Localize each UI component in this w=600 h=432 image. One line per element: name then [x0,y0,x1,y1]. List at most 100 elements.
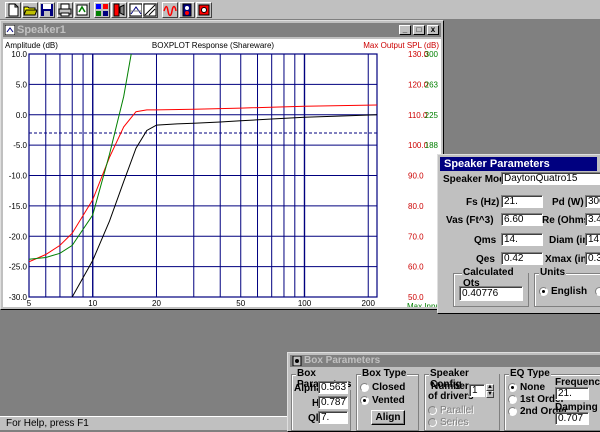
diam-field[interactable]: 14.6 [585,233,600,246]
y2-tick-label: 60.0 [408,263,424,272]
ql-field[interactable]: 7. [318,411,348,424]
damping-field[interactable]: 0.707 [555,412,589,425]
y-tick-label: -10.0 [9,172,28,181]
ql-label: Ql [308,413,319,424]
window-icon [5,25,15,35]
series-radio[interactable] [428,418,437,427]
fs-field[interactable]: 21. [501,195,543,208]
x-tick-label: 5 [27,299,32,307]
number-of-drivers-field[interactable]: 1 [469,384,485,397]
close-button[interactable]: x [427,25,439,35]
vented-label: Vented [372,395,405,406]
closed-radio[interactable] [360,383,369,392]
print-setup-button[interactable] [74,2,90,18]
graph-window-title: Speaker1 [17,24,66,36]
parallel-radio[interactable] [428,406,437,415]
qms-field[interactable]: 14. [501,233,543,246]
qms-label: Qms [474,235,497,246]
toolbar [0,0,600,20]
waveform-icon [163,5,177,17]
y2-axis-label: Max Output SPL (dB) [363,41,439,50]
graph-icon [143,3,157,17]
x-tick-label: 20 [152,299,161,307]
x-tick-label: 50 [236,299,245,307]
status-bar: For Help, press F1 [0,416,287,430]
y-tick-label: -5.0 [13,141,27,150]
h-field[interactable]: 0.787 [318,396,348,409]
speaker-parameters-titlebar[interactable]: Speaker Parameters [440,157,597,171]
open-folder-icon [23,6,37,16]
box-params-group: Box Parameters Alpha 0.563 H 0.787 Ql 7. [291,368,353,431]
units-group: Units English Me [534,267,600,307]
print-button[interactable] [57,2,73,18]
y-axis-label: Amplitude (dB) [5,41,58,50]
drivers-spin-up[interactable]: ▲ [486,384,494,391]
measure-icon [129,3,143,17]
speaker-chart-icon [96,4,108,16]
box-parameters-titlebar[interactable]: Box Parameters [290,355,600,367]
alpha-field[interactable]: 0.563 [318,381,348,394]
series-label: Series [440,417,469,428]
print-setup-icon [76,4,88,16]
xmax-field[interactable]: 0.39 [585,252,600,265]
re-field[interactable]: 3.45 [585,213,600,226]
eq-none-radio[interactable] [508,383,517,392]
waveform-button[interactable] [162,2,178,18]
box-button[interactable] [179,2,195,18]
frequency-field[interactable]: 21. [555,387,589,400]
minimize-button[interactable]: _ [399,25,411,35]
y-tick-label: 0.0 [16,111,28,120]
y-tick-label: -20.0 [9,232,28,241]
x-tick-label: 200 [362,299,376,307]
y2-tick-label: 80.0 [408,202,424,211]
box-parameters-title: Box Parameters [304,355,381,366]
units-metric-radio[interactable] [595,287,600,296]
vas-field[interactable]: 6.60 [501,213,543,226]
y3-tick-label: 263 [425,80,439,89]
speaker-chart-button[interactable] [94,2,110,18]
plot-area: 10.0 5.0 0.0 -5.0 -10.0 -15.0 -20.0 -25.0 -30.0 1… [3,39,441,307]
open-button[interactable] [22,2,38,18]
y3-tick-label: 188 [425,141,439,150]
new-file-button[interactable] [5,2,21,18]
eq-none-label: None [520,382,545,393]
y-tick-label: -25.0 [9,263,28,272]
closed-label: Closed [372,382,406,393]
eq-second-order-radio[interactable] [508,407,517,416]
y3-tick-label: 225 [425,111,439,120]
eq-type-group-label: EQ Type [509,368,551,379]
speaker-model-field[interactable]: DaytonQuatro15 [501,172,600,185]
pd-field[interactable]: 300 [585,195,600,208]
print-icon [58,3,72,17]
fs-label: Fs (Hz) [466,197,500,208]
graph-titlebar[interactable]: Speaker1 _ □ x [3,23,441,37]
y2-tick-label: 70.0 [408,232,424,241]
red-speaker-button[interactable] [111,2,127,18]
vented-radio[interactable] [360,396,369,405]
hole-punch-icon [198,4,210,16]
y2-tick-label: 90.0 [408,172,424,181]
eq-first-order-radio[interactable] [508,395,517,404]
y-tick-label: 10.0 [11,50,27,59]
box-type-group-label: Box Type [361,368,408,379]
units-english-radio[interactable] [539,287,548,296]
red-speaker-icon [113,3,125,17]
box-type-group: Box Type Closed Vented Align [356,368,419,431]
drivers-spin-down[interactable]: ▼ [486,391,494,398]
maximize-button[interactable]: □ [413,25,425,35]
y2-tick-label: 50.0 [408,293,424,302]
speaker-parameters-title: Speaker Parameters [444,158,550,170]
spl-series-line [29,104,377,263]
hole-punch-button[interactable] [196,2,212,18]
y-tick-label: 5.0 [16,80,28,89]
parallel-label: Parallel [440,405,474,416]
chart-title: BOXPLOT Response (Shareware) [152,41,274,50]
qes-field[interactable]: 0.42 [501,252,543,265]
units-label: Units [539,267,566,278]
number-of-drivers-label-2: of drivers [428,391,474,402]
vas-label: Vas (Ft^3) [446,215,494,226]
save-button[interactable] [39,2,55,18]
align-button[interactable]: Align [371,410,405,425]
graph-button[interactable] [142,2,158,18]
speaker-config-group: Speaker Config Number of drivers 1 ▲ ▼ P… [424,368,500,431]
